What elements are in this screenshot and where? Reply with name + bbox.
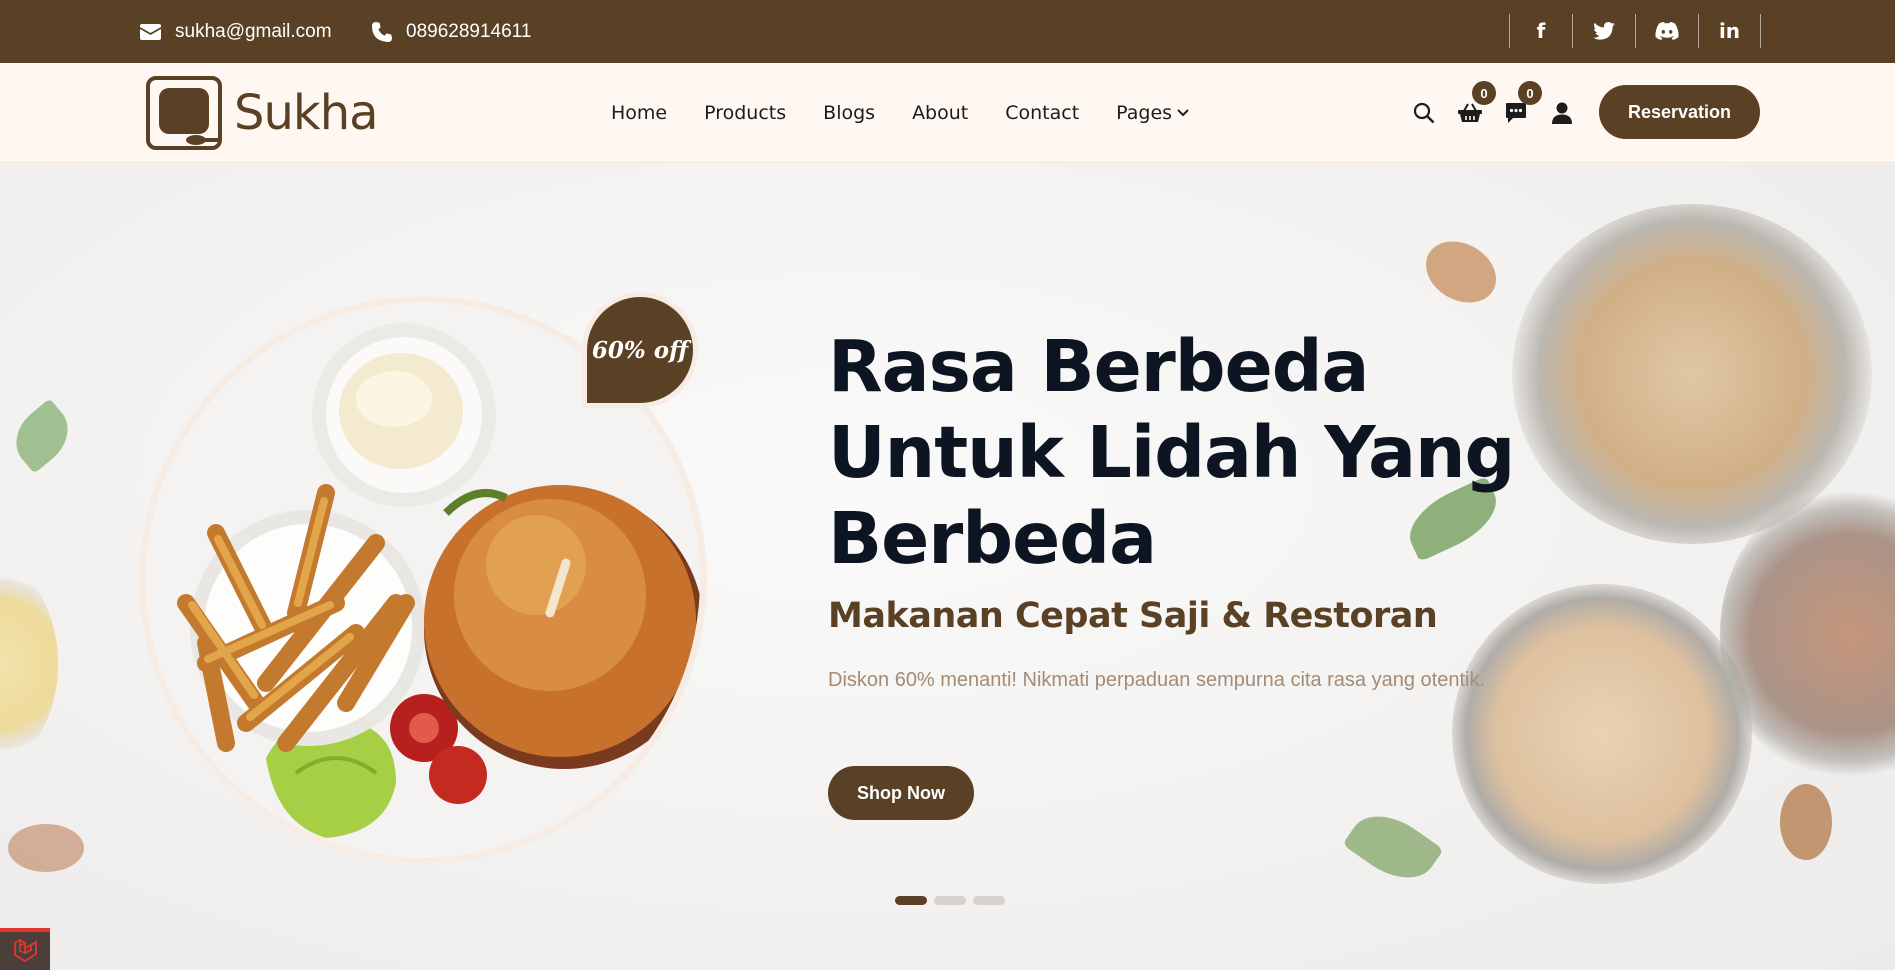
nav-about[interactable]: About — [912, 102, 968, 124]
chat-button[interactable]: 0 — [1504, 81, 1542, 125]
slider-pagination — [895, 896, 1005, 905]
almond-image — [8, 824, 84, 872]
phone-icon — [372, 21, 392, 42]
top-bar: sukha@gmail.com 089628914611 f in — [0, 0, 1895, 63]
logo-mark — [146, 76, 222, 150]
shop-now-button[interactable]: Shop Now — [828, 766, 974, 820]
hero-description: Diskon 60% menanti! Nikmati perpaduan se… — [828, 669, 1486, 691]
leaf-image — [1342, 800, 1444, 894]
cart-count-badge: 0 — [1472, 81, 1496, 105]
nav-home[interactable]: Home — [611, 102, 667, 124]
nav-products[interactable]: Products — [704, 102, 786, 124]
nav-tools: 0 0 — [1412, 63, 1574, 163]
slide-dot-1[interactable] — [895, 896, 927, 905]
phone-text: 089628914611 — [406, 20, 532, 42]
leaf-image — [3, 398, 81, 474]
almond-image — [1780, 784, 1832, 860]
linkedin-link[interactable]: in — [1698, 14, 1761, 48]
discount-badge: 60% off — [582, 292, 698, 408]
laravel-logo — [14, 939, 37, 963]
user-icon — [1552, 102, 1572, 124]
discord-icon — [1655, 22, 1679, 40]
phone-contact[interactable]: 089628914611 — [372, 0, 531, 63]
twitter-link[interactable] — [1572, 14, 1635, 48]
nav-blogs[interactable]: Blogs — [823, 102, 875, 124]
sauce-cup-image — [0, 564, 58, 764]
reservation-button[interactable]: Reservation — [1599, 85, 1760, 139]
envelope-icon — [140, 23, 161, 40]
hero-slider: 60% off Rasa Berbeda Untuk Lidah Yang Be… — [0, 164, 1895, 970]
chat-icon — [1506, 103, 1526, 123]
search-icon — [1413, 102, 1435, 124]
account-button[interactable] — [1550, 101, 1574, 125]
email-text: sukha@gmail.com — [175, 20, 332, 42]
hero-subtitle: Makanan Cepat Saji & Restoran — [828, 596, 1438, 636]
nav-pages-dropdown[interactable]: Pages — [1116, 102, 1189, 124]
hero-title: Rasa Berbeda Untuk Lidah Yang Berbeda — [828, 325, 1515, 580]
facebook-icon: f — [1536, 19, 1546, 43]
brand-name: Sukha — [234, 85, 379, 141]
nav-contact[interactable]: Contact — [1005, 102, 1079, 124]
discord-link[interactable] — [1635, 14, 1698, 48]
linkedin-icon: in — [1718, 19, 1741, 43]
nav-pages-label: Pages — [1116, 102, 1173, 124]
main-menu: Home Products Blogs About Contact Pages — [611, 63, 1189, 163]
facebook-link[interactable]: f — [1509, 14, 1572, 48]
main-navbar: Sukha Home Products Blogs About Contact … — [0, 63, 1895, 163]
discount-badge-text: 60% off — [591, 336, 689, 364]
cart-button[interactable]: 0 — [1458, 81, 1496, 125]
almond-image — [1414, 229, 1508, 315]
twitter-icon — [1593, 22, 1615, 40]
slide-dot-3[interactable] — [973, 896, 1005, 905]
laravel-icon[interactable] — [0, 928, 50, 970]
social-links: f in — [1509, 14, 1761, 48]
email-contact[interactable]: sukha@gmail.com — [140, 0, 332, 63]
food-plate-image: 60% off — [139, 292, 707, 864]
chat-count-badge: 0 — [1518, 81, 1542, 105]
brand-logo[interactable]: Sukha — [146, 76, 379, 150]
chevron-down-icon — [1177, 109, 1189, 117]
slide-dot-2[interactable] — [934, 896, 966, 905]
search-button[interactable] — [1412, 101, 1436, 125]
basket-icon — [1458, 103, 1482, 122]
